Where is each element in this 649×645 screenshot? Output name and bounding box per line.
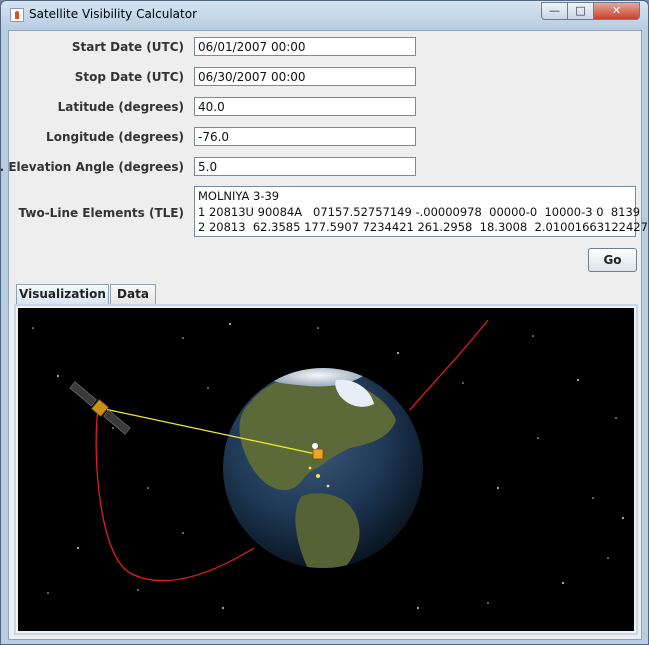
- latitude-label: Latitude (degrees): [57, 100, 184, 114]
- minimize-button[interactable]: —: [541, 2, 568, 20]
- visualization-panel: [14, 304, 638, 635]
- tle-line-name: MOLNIYA 3-39: [198, 189, 280, 203]
- window-title: Satellite Visibility Calculator: [29, 7, 198, 21]
- app-window: Satellite Visibility Calculator — □ ✕ St…: [0, 0, 649, 645]
- stop-date-field[interactable]: 06/30/2007 00:00: [194, 67, 416, 86]
- tle-line-1: 1 20813U 90084A 07157.52757149 -.0000097…: [198, 204, 641, 219]
- title-bar[interactable]: Satellite Visibility Calculator — □ ✕: [1, 1, 648, 29]
- main-panel: Start Date (UTC) 06/01/2007 00:00 Stop D…: [0, 30, 648, 640]
- longitude-label: Longitude (degrees): [46, 130, 184, 144]
- tle-line-2: 2 20813 62.3585 177.5907 7234421 261.295…: [198, 220, 648, 234]
- scene-svg: [32, 319, 624, 609]
- min-elevation-field[interactable]: 5.0: [194, 157, 416, 176]
- java-app-icon: [10, 8, 24, 22]
- tle-textarea[interactable]: MOLNIYA 3-39 1 20813U 90084A 07157.52757…: [194, 186, 648, 237]
- earth-globe: [223, 368, 423, 568]
- globe-viewport[interactable]: [18, 308, 634, 631]
- longitude-field[interactable]: -76.0: [194, 127, 416, 146]
- go-button[interactable]: Go: [588, 248, 637, 272]
- min-elevation-label: Min. Elevation Angle (degrees): [0, 160, 184, 174]
- start-date-label: Start Date (UTC): [71, 40, 184, 54]
- maximize-button[interactable]: □: [567, 2, 594, 20]
- latitude-field[interactable]: 40.0: [194, 97, 416, 116]
- tab-data[interactable]: Data: [110, 284, 156, 304]
- tle-label: Two-Line Elements (TLE): [18, 206, 185, 220]
- stop-date-label: Stop Date (UTC): [74, 70, 184, 84]
- satellite-icon[interactable]: [69, 380, 132, 435]
- tab-visualization[interactable]: Visualization: [16, 284, 109, 304]
- close-button[interactable]: ✕: [593, 2, 640, 20]
- start-date-field[interactable]: 06/01/2007 00:00: [194, 37, 416, 56]
